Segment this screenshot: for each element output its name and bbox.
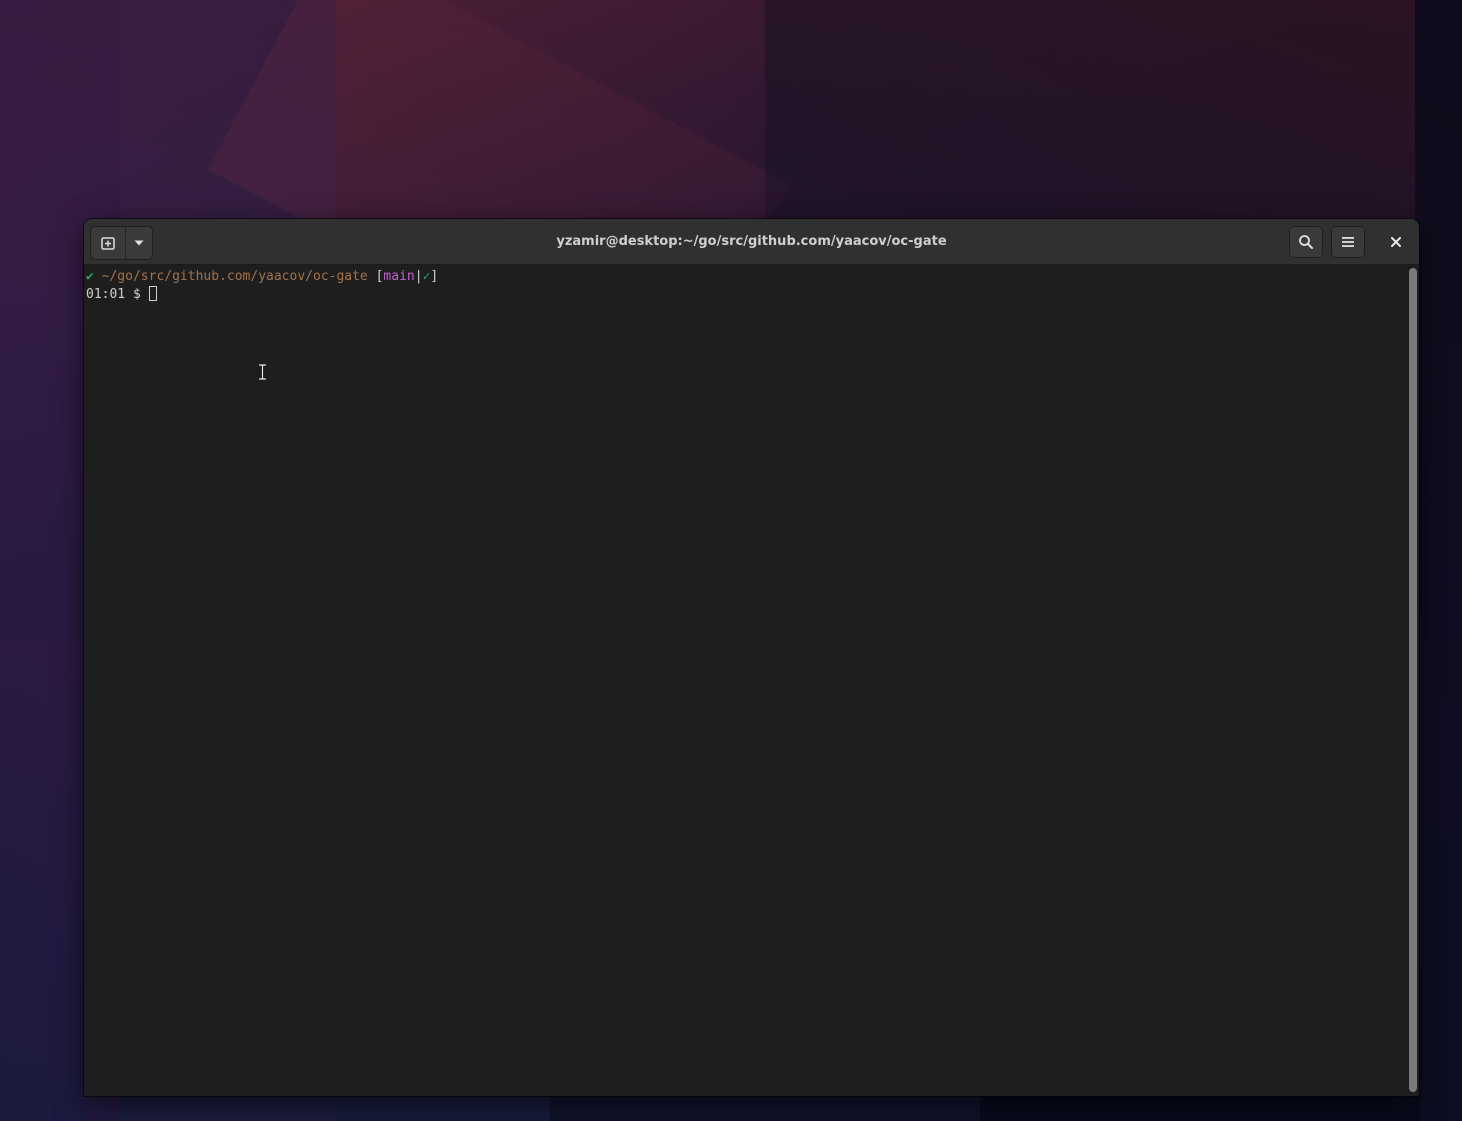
close-window-button[interactable] [1384,230,1408,254]
text-cursor [148,286,157,301]
header-bar: yzamir@desktop:~/go/src/github.com/yaaco… [84,219,1419,265]
new-tab-button[interactable] [91,227,126,259]
new-tab-button-group [90,226,153,260]
close-icon [1391,237,1401,247]
scrollbar-thumb[interactable] [1409,268,1417,1092]
status-ok-mark: ✔ [86,269,94,284]
git-separator: | [414,269,423,284]
chevron-down-icon [134,240,144,246]
prompt-symbol: $ [132,287,141,302]
main-menu-button[interactable] [1331,226,1365,258]
window-title: yzamir@desktop:~/go/src/github.com/yaaco… [556,234,947,249]
terminal-output[interactable]: ✔ ~/go/src/github.com/yaacov/oc-gate [ma… [84,265,1406,1096]
prompt-time: 01:01 [86,287,126,302]
git-bracket-close: ] [430,269,439,284]
hamburger-menu-icon [1342,237,1354,247]
ibeam-cursor-icon [259,364,266,380]
new-tab-icon [101,237,115,250]
terminal-scrollbar[interactable] [1406,265,1419,1096]
search-button[interactable] [1289,226,1323,258]
terminal-window: yzamir@desktop:~/go/src/github.com/yaaco… [84,219,1419,1096]
working-directory: ~/go/src/github.com/yaacov/oc-gate [101,269,368,284]
prompt-line-status: ✔ ~/go/src/github.com/yaacov/oc-gate [ma… [86,268,1406,286]
new-tab-dropdown-button[interactable] [126,227,152,259]
git-branch: main [383,269,415,284]
prompt-line-input: 01:01 $ [86,286,1406,304]
search-icon [1299,235,1313,249]
